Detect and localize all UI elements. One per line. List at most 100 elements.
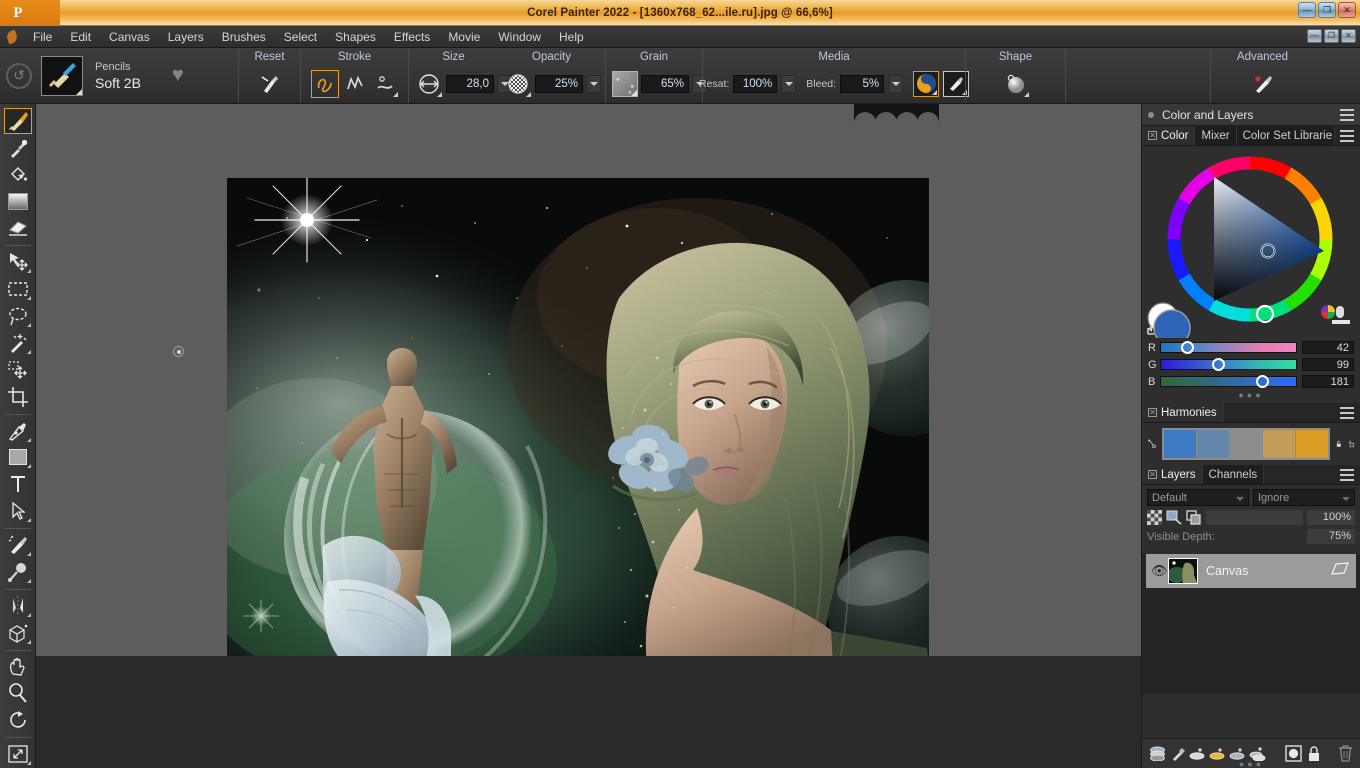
restore-button[interactable]: ❐ [1318, 2, 1336, 18]
opacity-button[interactable] [504, 70, 532, 98]
menu-window[interactable]: Window [489, 26, 550, 48]
menu-file[interactable]: File [24, 26, 61, 48]
tab-color[interactable]: ✕ Color [1142, 126, 1195, 145]
sidebar-item-pen-tool[interactable] [4, 418, 32, 444]
sidebar-item-selection-adjuster-tool[interactable] [4, 357, 32, 383]
sidebar-item-gradient-tool[interactable] [4, 189, 32, 215]
layer-opacity-slider[interactable] [1206, 510, 1303, 525]
dynamic-plugins-icon[interactable] [1169, 745, 1186, 762]
size-button[interactable] [415, 70, 443, 98]
harmony-link-icon[interactable] [1148, 431, 1156, 457]
close-icon[interactable]: ✕ [1148, 470, 1157, 479]
color-panel-menu-icon[interactable] [1340, 130, 1354, 145]
sidebar-item-perspective-guides-tool[interactable] [4, 620, 32, 646]
menu-help[interactable]: Help [550, 26, 593, 48]
sidebar-item-lasso-tool[interactable] [4, 303, 32, 329]
color-panel-resize-grip[interactable]: ●●● [1148, 391, 1354, 401]
red-value-input[interactable]: 42 [1302, 341, 1354, 354]
new-watercolor-layer-icon[interactable] [1209, 745, 1226, 762]
color-wheel-area[interactable] [1142, 146, 1360, 338]
delete-layer-icon[interactable] [1337, 745, 1354, 762]
add-swatch-icon[interactable] [1348, 435, 1354, 453]
resat-value-input[interactable]: 100% [733, 75, 777, 93]
heart-icon[interactable]: ♥ [172, 64, 184, 87]
reset-brush-button[interactable] [256, 70, 284, 98]
sidebar-item-shape-selection-tool[interactable] [4, 498, 32, 524]
menu-shapes[interactable]: Shapes [326, 26, 385, 48]
document-minimize-button[interactable]: — [1307, 29, 1322, 43]
blue-slider-track[interactable] [1160, 376, 1297, 387]
grain-paper-icon[interactable] [612, 71, 638, 97]
dock-menu-icon[interactable] [1340, 109, 1354, 124]
close-icon[interactable]: ✕ [1148, 408, 1157, 417]
sidebar-item-eraser-tool[interactable] [4, 216, 32, 242]
sidebar-item-crop-tool[interactable] [4, 384, 32, 410]
brush-preview-thumbnail[interactable] [41, 56, 83, 96]
sidebar-item-screen-mode-toggle[interactable] [4, 741, 32, 767]
sidebar-item-rectangular-shape-tool[interactable] [4, 445, 32, 471]
panel-resize-grip[interactable]: ●●● [1239, 759, 1264, 768]
list-item[interactable]: 👁 Canvas [1146, 554, 1356, 588]
layer-properties-icon[interactable] [1331, 562, 1349, 576]
freehand-stroke-button[interactable] [311, 70, 339, 98]
menu-effects[interactable]: Effects [385, 26, 439, 48]
harmony-swatch[interactable] [1263, 430, 1295, 458]
menu-edit[interactable]: Edit [61, 26, 100, 48]
red-slider-track[interactable] [1160, 342, 1297, 353]
visible-depth-value[interactable]: 75% [1307, 529, 1355, 544]
menu-movie[interactable]: Movie [439, 26, 489, 48]
harmony-swatch[interactable] [1164, 430, 1196, 458]
lock-layer-icon[interactable] [1305, 745, 1322, 762]
sidebar-item-layer-adjuster-tool[interactable] [4, 249, 32, 275]
menu-select[interactable]: Select [275, 26, 326, 48]
sidebar-item-magic-wand-tool[interactable] [4, 330, 32, 356]
document-canvas[interactable] [227, 178, 929, 666]
harmonies-menu-icon[interactable] [1340, 407, 1354, 422]
sidebar-item-rotate-page-tool[interactable] [4, 707, 32, 733]
reset-brush-icon[interactable]: ↺ [6, 63, 32, 89]
sidebar-item-magnifier-tool[interactable] [4, 681, 32, 707]
advanced-brush-button[interactable] [1249, 70, 1277, 98]
document-close-button[interactable]: ✕ [1341, 29, 1356, 43]
color-mix-button[interactable] [913, 71, 939, 97]
pickup-mode-dropdown[interactable]: Ignore [1253, 489, 1355, 506]
dock-drag-handle[interactable] [1148, 112, 1154, 118]
sidebar-item-brush-tool[interactable] [4, 108, 32, 134]
close-icon[interactable]: ✕ [1148, 131, 1157, 140]
layer-opacity-value[interactable]: 100% [1307, 510, 1355, 525]
tab-mixer[interactable]: Mixer [1195, 126, 1236, 145]
bleed-value-input[interactable]: 5% [840, 75, 884, 93]
sidebar-item-text-tool[interactable] [4, 471, 32, 497]
green-value-input[interactable]: 99 [1302, 358, 1354, 371]
close-button[interactable]: ✕ [1338, 2, 1356, 18]
size-value-input[interactable]: 28,0 [446, 75, 494, 93]
opacity-value-input[interactable]: 25% [535, 75, 583, 93]
blue-slider-knob[interactable] [1256, 375, 1269, 388]
tab-channels[interactable]: Channels [1203, 465, 1265, 484]
layer-stack-icon[interactable] [1149, 745, 1166, 762]
green-slider-track[interactable] [1160, 359, 1297, 370]
sidebar-item-mirror-painting-tool[interactable] [4, 593, 32, 619]
new-layer-icon[interactable] [1189, 745, 1206, 762]
blue-value-input[interactable]: 181 [1302, 375, 1354, 388]
sidebar-item-grabber-tool[interactable] [4, 654, 32, 680]
brush-dab-shape-button[interactable] [1002, 70, 1030, 98]
grain-value-input[interactable]: 65% [641, 75, 689, 93]
layers-list[interactable]: 👁 Canvas [1142, 554, 1360, 694]
sidebar-item-rectangular-selection-tool[interactable] [4, 276, 32, 302]
pick-up-underlying-color-icon[interactable] [1166, 510, 1182, 525]
eye-icon[interactable]: 👁 [1151, 563, 1168, 579]
document-restore-button[interactable]: ❐ [1324, 29, 1339, 43]
canvas-surround[interactable] [36, 104, 1141, 656]
stroke-settings-button[interactable] [371, 70, 399, 98]
layer-mask-icon[interactable] [1285, 745, 1302, 762]
tab-color-set-libraries[interactable]: Color Set Librarie [1237, 126, 1335, 145]
harmony-swatch[interactable] [1296, 430, 1328, 458]
bleed-dropdown-button[interactable] [888, 75, 903, 93]
menu-layers[interactable]: Layers [159, 26, 213, 48]
green-slider-knob[interactable] [1212, 358, 1225, 371]
sidebar-item-dropper-tool[interactable] [4, 135, 32, 161]
color-wheel[interactable] [1142, 146, 1360, 338]
menu-brushes[interactable]: Brushes [213, 26, 275, 48]
sidebar-item-cloner-tool[interactable] [4, 532, 32, 558]
